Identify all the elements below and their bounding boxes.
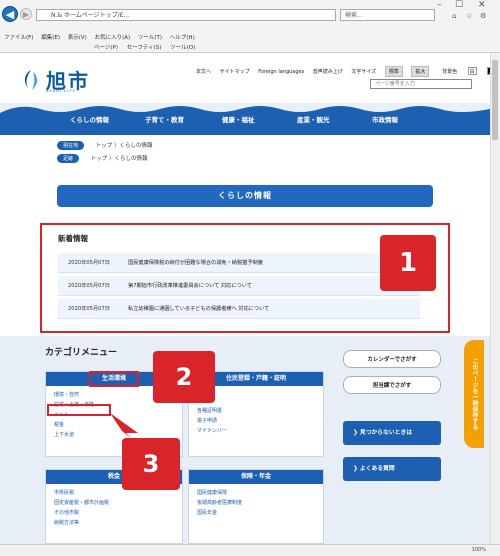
menu-item[interactable]: 表示(V)	[68, 35, 87, 41]
menu-item[interactable]: 編集(E)	[41, 35, 60, 41]
breadcrumb: 現在地 トップ 〉くらしの情報	[57, 141, 153, 150]
highlight-box-3	[47, 404, 111, 416]
safety-menu[interactable]: セーフティ(S)	[127, 45, 162, 51]
nav-cityinfo[interactable]: 市政情報	[372, 114, 398, 124]
annotation-badge-3: 3	[122, 438, 180, 490]
skip-link[interactable]: 本文へ	[196, 69, 211, 75]
favorites-icon[interactable]: ☆	[466, 12, 472, 20]
news-title: 新着情報	[58, 234, 88, 243]
minimize-icon[interactable]: –	[437, 0, 442, 10]
save-page-tab[interactable]: このページを一時保存する	[464, 340, 484, 448]
font-size-large-button[interactable]: 拡大	[411, 66, 430, 77]
calendar-search-button[interactable]: カレンダーでさがす	[343, 350, 441, 368]
home-icon[interactable]: ⌂	[452, 12, 456, 20]
back-button[interactable]: ◀	[2, 6, 18, 22]
annotation-badge-2: 2	[153, 351, 215, 403]
menu-item[interactable]: ツール(T)	[138, 35, 162, 41]
news-item[interactable]: 2020年05月07日 第7期旭市行政改革推進委員会について 対応について	[58, 276, 420, 296]
read-aloud-link[interactable]: 音声読み上げ	[313, 69, 343, 75]
category-link[interactable]: 固定資産税・都市計画税	[54, 498, 182, 508]
news-date: 2020年05月07日	[68, 306, 110, 312]
menu-item[interactable]: ファイル(F)	[4, 35, 33, 41]
nav-childcare[interactable]: 子育て・教育	[145, 114, 184, 124]
chevron-right-icon: ❯	[353, 430, 360, 436]
nav-health[interactable]: 健康・福祉	[222, 114, 255, 124]
pointer-arrow-icon	[110, 413, 138, 439]
annotation-badge-1: 1	[380, 235, 436, 291]
foreign-language-link[interactable]: Foreign languages	[258, 69, 304, 75]
chevron-right-icon: ❯	[353, 466, 360, 472]
footprint: 足跡 トップ 〉くらしの情報	[57, 154, 148, 163]
web-page: 旭市 ASAHI CITY 本文へ サイトマップ Foreign languag…	[0, 53, 490, 544]
maximize-icon[interactable]: ☐	[455, 0, 463, 10]
utility-links: 本文へ サイトマップ Foreign languages 音声読み上げ 文字サイ…	[196, 66, 490, 77]
tools-menu[interactable]: ツール(O)	[170, 45, 195, 51]
news-item[interactable]: 2020年05月07日 私立幼稚園に通園している子どもの保護者様へ 対応について	[58, 299, 420, 319]
bg-white-button[interactable]: 白	[467, 67, 477, 75]
command-bar: ページ(P) セーフティ(S) ツール(O)	[4, 43, 202, 51]
section-search-button[interactable]: 担当課でさがす	[343, 376, 441, 394]
category-link[interactable]: 各種証明書	[197, 406, 323, 416]
faq-button[interactable]: ❯ よくある質問	[343, 457, 441, 481]
bg-color-label: 背景色	[442, 69, 458, 75]
category-link[interactable]: 後期高齢者医療制度	[197, 498, 323, 508]
logo-mark-icon	[20, 68, 42, 92]
category-card-insurance: 保険・年金 国民健康保険 後期高齢者医療制度 国民年金	[188, 469, 324, 544]
forward-button[interactable]: ▶	[20, 8, 32, 20]
sitemap-link[interactable]: サイトマップ	[220, 69, 250, 75]
not-found-button[interactable]: ❯ 見つからないときは	[343, 421, 441, 445]
category-header[interactable]: 保険・年金	[189, 470, 323, 484]
news-text[interactable]: 国民健康保険税の納付が困難な場合の減免・納税猶予制度	[128, 260, 263, 266]
footprint-path[interactable]: トップ 〉くらしの情報	[91, 156, 148, 162]
font-size-label: 文字サイズ	[351, 69, 377, 75]
nav-living[interactable]: くらしの情報	[70, 114, 109, 124]
scrollbar-thumb[interactable]	[492, 60, 498, 140]
menu-item[interactable]: お気に入り(A)	[95, 35, 131, 41]
status-bar: 100%	[0, 544, 500, 556]
nav-industry[interactable]: 産業・観光	[297, 114, 330, 124]
font-size-standard-button[interactable]: 標準	[384, 66, 403, 77]
logo-subtitle: ASAHI CITY	[46, 89, 76, 93]
global-nav: くらしの情報 子育て・教育 健康・福祉 産業・観光 市政情報	[0, 103, 490, 135]
current-location-label: 現在地	[57, 141, 85, 150]
category-link[interactable]: 国民健康保険	[197, 488, 323, 498]
category-title: カテゴリメニュー	[45, 348, 118, 358]
category-link[interactable]: 国民年金	[197, 508, 323, 518]
news-date: 2020年05月07日	[68, 260, 110, 266]
category-link[interactable]: その他市税	[54, 508, 182, 518]
page-title: くらしの情報	[57, 185, 433, 207]
address-bar[interactable]: N.& ホームページトップ/E...	[36, 9, 336, 21]
category-link[interactable]: 電子申請	[197, 416, 323, 426]
menu-item[interactable]: ヘルプ(H)	[170, 35, 195, 41]
highlight-box-2	[89, 371, 139, 387]
menu-bar: ファイル(F) 編集(E) 表示(V) お気に入り(A) ツール(T) ヘルプ(…	[4, 33, 201, 41]
footprint-label: 足跡	[57, 154, 80, 163]
breadcrumb-path[interactable]: トップ 〉くらしの情報	[96, 143, 153, 149]
browser-search-input[interactable]: 検索...	[340, 9, 435, 21]
gear-icon[interactable]: ⚙	[480, 12, 486, 20]
category-link[interactable]: マイナンバー	[197, 426, 323, 436]
category-link[interactable]: 納税方法等	[54, 518, 182, 528]
page-number-input[interactable]: ページ番号を入力	[370, 79, 472, 89]
news-text[interactable]: 第7期旭市行政改革推進委員会について 対応について	[128, 283, 252, 289]
browser-chrome: ◀ ▶ N.& ホームページトップ/E... 検索... – ☐ ✕ ⌂ ☆ ⚙…	[0, 0, 500, 53]
page-menu[interactable]: ページ(P)	[94, 45, 118, 51]
news-date: 2020年05月07日	[68, 283, 110, 289]
zoom-level[interactable]: 100%	[472, 547, 486, 553]
news-item[interactable]: 2020年05月07日 国民健康保険税の納付が困難な場合の減免・納税猶予制度	[58, 253, 420, 273]
news-text[interactable]: 私立幼稚園に通園している子どもの保護者様へ 対応について	[128, 306, 269, 312]
close-icon[interactable]: ✕	[478, 0, 486, 10]
